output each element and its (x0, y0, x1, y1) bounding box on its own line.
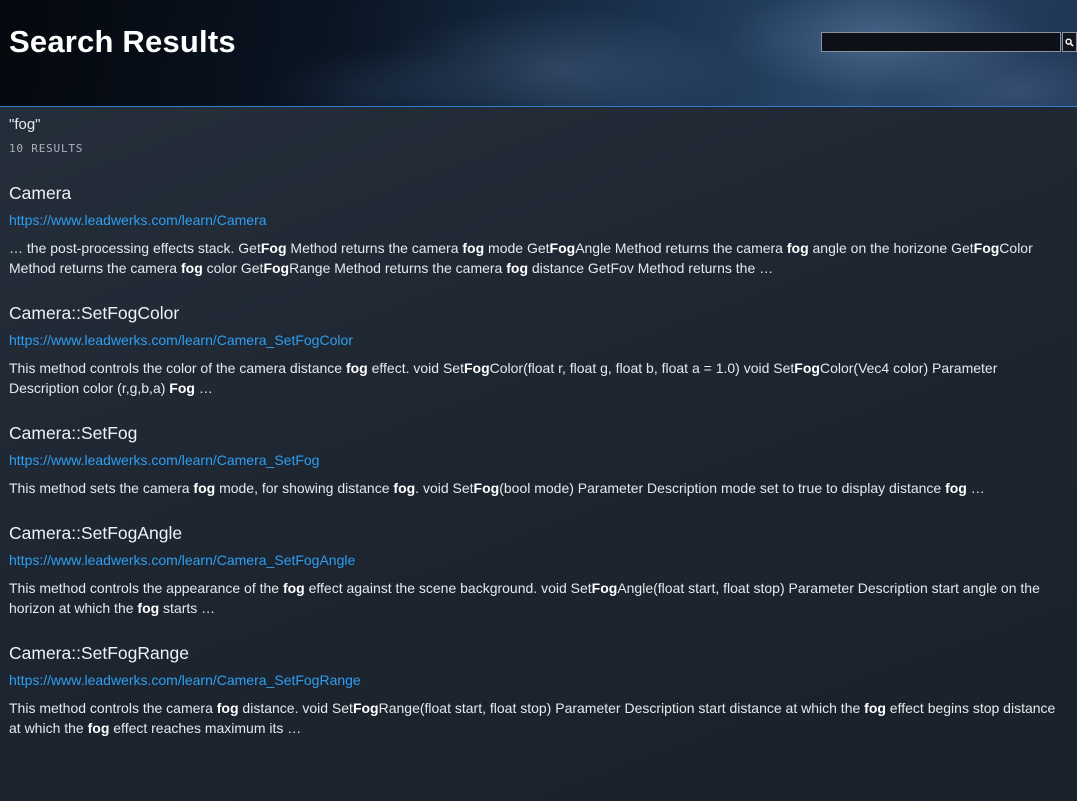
snippet-text: … (966, 480, 985, 496)
snippet-text: angle on the horizone Get (808, 240, 974, 256)
result-title[interactable]: Camera::SetFog (9, 422, 1068, 444)
result-snippet: This method controls the color of the ca… (9, 358, 1069, 398)
highlighted-term: Fog (263, 260, 290, 276)
highlighted-term: fog (864, 700, 886, 716)
search-button[interactable] (1062, 32, 1077, 52)
result-title[interactable]: Camera::SetFogAngle (9, 522, 1068, 544)
highlighted-term: fog (462, 240, 485, 256)
search-input[interactable] (821, 32, 1061, 52)
snippet-text: This method controls the camera (9, 700, 217, 716)
highlighted-term: fog (345, 360, 368, 376)
highlighted-term: fog (87, 720, 110, 736)
search-query: "fog" (9, 116, 41, 133)
highlighted-term: Fog (794, 360, 820, 376)
result-snippet: This method controls the appearance of t… (9, 578, 1069, 618)
highlighted-term: fog (945, 480, 967, 496)
result-link[interactable]: https://www.leadwerks.com/learn/Camera_S… (9, 331, 1068, 349)
snippet-text: effect. void Set (367, 360, 464, 376)
highlighted-term: fog (786, 240, 809, 256)
snippet-text: effect against the scene background. voi… (304, 580, 592, 596)
snippet-text: Range(float start, float stop) Parameter… (378, 700, 865, 716)
highlighted-term: Fog (463, 360, 490, 376)
highlighted-term: fog (216, 700, 239, 716)
snippet-text: Angle Method returns the camera (575, 240, 787, 256)
snippet-text: This method controls the color of the ca… (9, 360, 346, 376)
result-snippet: … the post-processing effects stack. Get… (9, 238, 1069, 278)
highlighted-term: fog (282, 580, 305, 596)
search-results-content: "fog" 10 RESULTS Camera https://www.lead… (0, 116, 1077, 738)
result-snippet: This method sets the camera fog mode, fo… (9, 478, 1069, 498)
highlighted-term: fog (180, 260, 203, 276)
result-snippet: This method controls the camera fog dist… (9, 698, 1069, 738)
snippet-text: Method returns the camera (286, 240, 463, 256)
snippet-text: color Get (202, 260, 264, 276)
result-link[interactable]: https://www.leadwerks.com/learn/Camera (9, 211, 1068, 229)
result-item: Camera::SetFog https://www.leadwerks.com… (9, 422, 1068, 498)
result-title[interactable]: Camera::SetFogRange (9, 642, 1068, 664)
snippet-text: … (194, 380, 213, 396)
result-title[interactable]: Camera::SetFogColor (9, 302, 1068, 324)
results-count: 10 RESULTS (9, 142, 84, 155)
highlighted-term: Fog (473, 480, 500, 496)
highlighted-term: Fog (549, 240, 576, 256)
snippet-text: This method sets the camera (9, 480, 194, 496)
highlighted-term: Fog (591, 580, 618, 596)
result-item: Camera https://www.leadwerks.com/learn/C… (9, 182, 1068, 278)
snippet-text: distance. void Set (238, 700, 353, 716)
result-item: Camera::SetFogAngle https://www.leadwerk… (9, 522, 1068, 618)
snippet-text: starts … (159, 600, 216, 616)
snippet-text: (bool mode) Parameter Description mode s… (499, 480, 946, 496)
highlighted-term: fog (393, 480, 416, 496)
snippet-text: effect reaches maximum its … (109, 720, 302, 736)
snippet-text: mode Get (484, 240, 550, 256)
highlighted-term: fog (193, 480, 216, 496)
page-title: Search Results (9, 24, 236, 59)
snippet-text: Range Method returns the camera (289, 260, 507, 276)
magnifier-icon (1065, 37, 1074, 47)
highlighted-term: fog (506, 260, 528, 276)
result-item: Camera::SetFogRange https://www.leadwerk… (9, 642, 1068, 738)
snippet-text: distance GetFov Method returns the … (528, 260, 774, 276)
highlighted-term: Fog (973, 240, 1000, 256)
page-header: Search Results (0, 0, 1077, 107)
search-bar (821, 32, 1077, 52)
results-list: Camera https://www.leadwerks.com/learn/C… (9, 182, 1068, 738)
highlighted-term: Fog (169, 380, 195, 396)
result-item: Camera::SetFogColor https://www.leadwerk… (9, 302, 1068, 398)
highlighted-term: Fog (260, 240, 287, 256)
snippet-text: Color(float r, float g, float b, float a… (489, 360, 795, 376)
snippet-text: … the post-processing effects stack. Get (9, 240, 261, 256)
highlighted-term: Fog (352, 700, 379, 716)
snippet-text: This method controls the appearance of t… (9, 580, 283, 596)
result-link[interactable]: https://www.leadwerks.com/learn/Camera_S… (9, 671, 1068, 689)
snippet-text: . void Set (415, 480, 474, 496)
result-title[interactable]: Camera (9, 182, 1068, 204)
result-link[interactable]: https://www.leadwerks.com/learn/Camera_S… (9, 451, 1068, 469)
highlighted-term: fog (137, 600, 160, 616)
result-link[interactable]: https://www.leadwerks.com/learn/Camera_S… (9, 551, 1068, 569)
snippet-text: mode, for showing distance (215, 480, 394, 496)
